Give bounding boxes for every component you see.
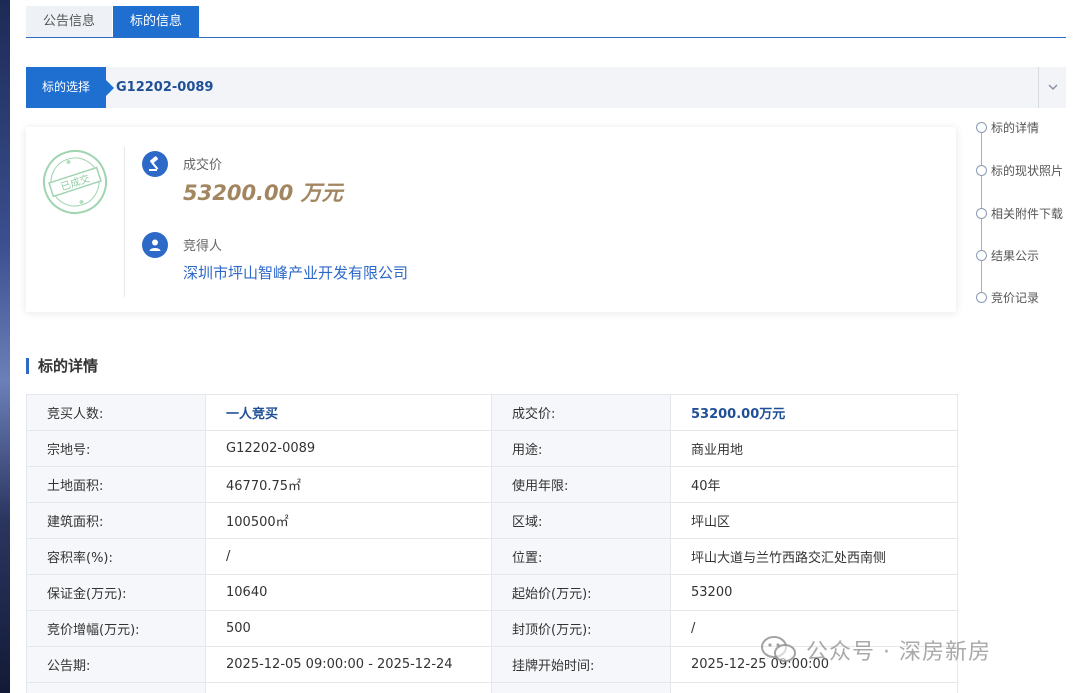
deal-price: 53200.00 万元 xyxy=(183,181,343,205)
field-key: 区域: xyxy=(491,502,671,539)
table-row: 保证金(万元): 10640 起始价(万元): 53200 xyxy=(26,574,958,611)
field-value: 商业用地 xyxy=(670,430,958,467)
selector-label: 标的选择 xyxy=(26,67,106,108)
field-key: 保证金(万元): xyxy=(26,574,206,611)
field-value: 坪山大道与兰竹西路交汇处西南侧 xyxy=(670,538,958,575)
result-card: 已成交 成交价 53200.00 万元 竞得人 深圳市坪山智峰产业开发有限公司 xyxy=(26,127,956,312)
field-value: 500 xyxy=(205,610,492,647)
anchor-label: 相关附件下载 xyxy=(991,207,1064,221)
anchor-dot-icon xyxy=(976,165,987,176)
field-key: 土地面积: xyxy=(26,466,206,503)
field-key: 公告期: xyxy=(26,646,206,683)
price-label: 成交价 xyxy=(183,158,223,173)
gavel-icon xyxy=(142,151,168,177)
field-key: 建筑面积: xyxy=(26,502,206,539)
selector-value: G12202-0089 xyxy=(116,80,214,95)
field-key: 挂牌开始时间: xyxy=(491,646,671,683)
anchor-dot-icon xyxy=(976,122,987,133)
dropdown-toggle[interactable] xyxy=(1038,67,1066,108)
field-key: 竞价增幅(万元): xyxy=(26,610,206,647)
anchor-label: 标的详情 xyxy=(991,121,1040,135)
field-value: 100500㎡ xyxy=(205,502,492,539)
subject-selector[interactable]: 标的选择 G12202-0089 xyxy=(26,67,1066,108)
anchor-label: 标的现状照片 xyxy=(991,164,1064,178)
field-key: 封顶价(万元): xyxy=(491,610,671,647)
chevron-down-icon xyxy=(1048,84,1058,91)
tab-announcement[interactable]: 公告信息 xyxy=(26,6,112,37)
table-row: 竞买人数: 一人竞买 成交价: 53200.00万元 xyxy=(26,394,958,431)
watermark-text: 公众号 · 深房新房 xyxy=(806,640,991,665)
section-title: 标的详情 xyxy=(26,356,98,376)
field-value: / xyxy=(205,538,492,575)
tab-bar: 公告信息 标的信息 xyxy=(26,6,1066,38)
field-value: 53200.00万元 xyxy=(670,394,958,431)
field-value xyxy=(205,682,492,693)
field-key: 起始价(万元): xyxy=(491,574,671,611)
table-row xyxy=(26,682,958,693)
field-value: G12202-0089 xyxy=(205,430,492,467)
field-key: 成交价: xyxy=(491,394,671,431)
winner-label: 竞得人 xyxy=(183,239,223,254)
field-value: 2025-12-05 09:00:00 - 2025-12-24 xyxy=(205,646,492,683)
card-divider xyxy=(124,147,125,297)
anchor-dot-icon xyxy=(976,208,987,219)
table-row: 容积率(%): / 位置: 坪山大道与兰竹西路交汇处西南侧 xyxy=(26,538,958,575)
field-key: 宗地号: xyxy=(26,430,206,467)
winner-name[interactable]: 深圳市坪山智峰产业开发有限公司 xyxy=(183,262,408,283)
field-key: 使用年限: xyxy=(491,466,671,503)
anchor-dot-icon xyxy=(976,250,987,261)
anchor-label: 结果公示 xyxy=(991,249,1040,263)
deal-seal-stamp: 已成交 xyxy=(43,150,107,214)
field-key xyxy=(491,682,671,693)
field-value: 40年 xyxy=(670,466,958,503)
field-value: 46770.75㎡ xyxy=(205,466,492,503)
table-row: 建筑面积: 100500㎡ 区域: 坪山区 xyxy=(26,502,958,539)
field-key xyxy=(26,682,206,693)
field-key: 容积率(%): xyxy=(26,538,206,575)
field-value: 坪山区 xyxy=(670,502,958,539)
field-key: 竞买人数: xyxy=(26,394,206,431)
user-icon xyxy=(142,232,168,258)
field-key: 用途: xyxy=(491,430,671,467)
wechat-icon xyxy=(761,636,796,662)
field-value: 10640 xyxy=(205,574,492,611)
anchor-dot-icon xyxy=(976,292,987,303)
field-value xyxy=(670,682,958,693)
selector-arrow-shape xyxy=(106,80,114,96)
field-value: 53200 xyxy=(670,574,958,611)
field-value: 一人竞买 xyxy=(205,394,492,431)
anchor-nav: 标的详情 标的现状照片 相关附件下载 结果公示 竞价记录 xyxy=(975,118,1075,318)
tab-subject-info[interactable]: 标的信息 xyxy=(113,6,199,37)
table-row: 宗地号: G12202-0089 用途: 商业用地 xyxy=(26,430,958,467)
field-key: 位置: xyxy=(491,538,671,575)
table-row: 土地面积: 46770.75㎡ 使用年限: 40年 xyxy=(26,466,958,503)
anchor-label: 竞价记录 xyxy=(991,291,1040,305)
background-image-strip xyxy=(0,0,10,693)
